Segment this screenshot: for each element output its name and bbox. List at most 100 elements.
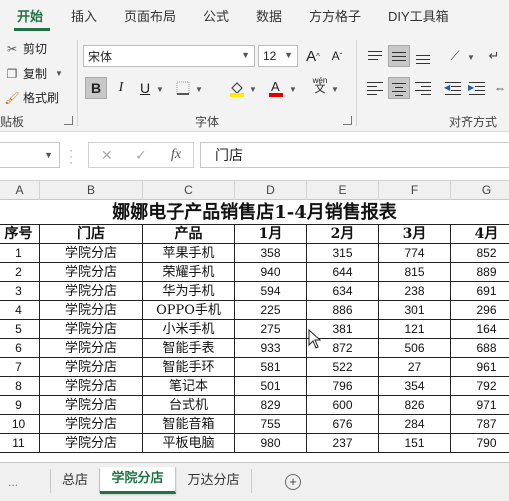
table-cell[interactable]: 华为手机 [143, 282, 235, 301]
table-cell[interactable]: 台式机 [143, 396, 235, 415]
font-launcher-icon[interactable] [343, 116, 352, 125]
column-header-a[interactable]: A [0, 181, 40, 200]
table-cell[interactable]: 学院分店 [40, 415, 143, 434]
table-cell[interactable]: 501 [235, 377, 307, 396]
fill-color-dropdown-icon[interactable]: ▼ [249, 85, 257, 94]
table-cell[interactable]: 7 [0, 358, 40, 377]
table-cell[interactable]: 644 [307, 263, 379, 282]
table-cell[interactable]: 971 [451, 396, 509, 415]
table-cell[interactable]: 小米手机 [143, 320, 235, 339]
column-header-d[interactable]: D [235, 181, 307, 200]
table-cell[interactable]: 238 [379, 282, 451, 301]
sheet-tab-college-branch[interactable]: 学院分店 [100, 467, 176, 494]
table-cell[interactable]: 940 [235, 263, 307, 282]
font-color-button[interactable]: A [265, 77, 287, 99]
table-cell[interactable]: 学院分店 [40, 282, 143, 301]
phonetic-button[interactable]: wén 文 [309, 74, 331, 96]
align-left-button[interactable] [364, 77, 386, 99]
sheet-nav-ellipsis[interactable]: ... [8, 475, 18, 489]
table-cell[interactable]: 581 [235, 358, 307, 377]
column-header-e[interactable]: E [307, 181, 379, 200]
table-cell[interactable]: 796 [307, 377, 379, 396]
table-cell[interactable]: 688 [451, 339, 509, 358]
copy-dropdown-icon[interactable]: ▼ [55, 69, 63, 78]
sheet-tab-wanda-branch[interactable]: 万达分店 [176, 469, 252, 493]
table-cell[interactable]: 4 [0, 301, 40, 320]
table-cell[interactable]: 笔记本 [143, 377, 235, 396]
header-cell[interactable]: 2月 [307, 225, 379, 244]
table-cell[interactable]: 961 [451, 358, 509, 377]
table-cell[interactable]: 691 [451, 282, 509, 301]
table-cell[interactable]: 354 [379, 377, 451, 396]
cancel-icon[interactable]: ✕ [101, 147, 113, 164]
column-header-g[interactable]: G [451, 181, 509, 200]
table-cell[interactable]: 787 [451, 415, 509, 434]
table-cell[interactable]: 852 [451, 244, 509, 263]
phonetic-dropdown-icon[interactable]: ▼ [331, 85, 339, 94]
border-button[interactable] [172, 77, 194, 99]
copy-button[interactable]: ❐ 复制 ▼ [4, 65, 63, 82]
table-cell[interactable]: 296 [451, 301, 509, 320]
cut-button[interactable]: ✂ 剪切 [4, 40, 47, 57]
table-cell[interactable]: 164 [451, 320, 509, 339]
header-cell[interactable]: 1月 [235, 225, 307, 244]
underline-dropdown-icon[interactable]: ▼ [156, 85, 164, 94]
table-cell[interactable]: 学院分店 [40, 263, 143, 282]
format-painter-button[interactable]: 🖌 格式刷 [4, 89, 59, 106]
tab-page-layout[interactable]: 页面布局 [124, 8, 176, 28]
enter-icon[interactable]: ✓ [135, 147, 147, 164]
table-cell[interactable]: 27 [379, 358, 451, 377]
table-cell[interactable]: 315 [307, 244, 379, 263]
table-cell[interactable]: 学院分店 [40, 301, 143, 320]
header-cell[interactable]: 4月 [451, 225, 509, 244]
font-color-dropdown-icon[interactable]: ▼ [289, 85, 297, 94]
table-cell[interactable]: 11 [0, 434, 40, 453]
shrink-font-button[interactable]: Aˇ [326, 45, 348, 67]
grow-font-button[interactable]: A ^ [302, 45, 324, 67]
table-cell[interactable]: 792 [451, 377, 509, 396]
column-header-c[interactable]: C [143, 181, 235, 200]
align-center-button[interactable] [388, 77, 410, 99]
table-cell[interactable]: 284 [379, 415, 451, 434]
fill-color-button[interactable] [226, 77, 248, 99]
table-cell[interactable]: 301 [379, 301, 451, 320]
table-cell[interactable]: 荣耀手机 [143, 263, 235, 282]
table-cell[interactable]: 智能手表 [143, 339, 235, 358]
table-cell[interactable]: OPPO手机 [143, 301, 235, 320]
table-cell[interactable]: 275 [235, 320, 307, 339]
table-cell[interactable]: 933 [235, 339, 307, 358]
worksheet-grid[interactable]: 娜娜电子产品销售店1-4月销售报表 序号 门店 产品 1月 2月 3月 4月 1… [0, 200, 509, 462]
table-cell[interactable]: 790 [451, 434, 509, 453]
table-cell[interactable]: 676 [307, 415, 379, 434]
decrease-indent-button[interactable]: ◀ [442, 77, 464, 99]
header-cell[interactable]: 序号 [0, 225, 40, 244]
font-name-select[interactable]: 宋体 ▼ [83, 45, 255, 67]
table-cell[interactable]: 学院分店 [40, 244, 143, 263]
italic-button[interactable]: I [110, 77, 132, 99]
orientation-dropdown-icon[interactable]: ▼ [467, 53, 475, 62]
header-cell[interactable]: 3月 [379, 225, 451, 244]
underline-button[interactable]: U [134, 77, 156, 99]
align-top-button[interactable] [364, 45, 386, 67]
table-cell[interactable]: 522 [307, 358, 379, 377]
align-middle-button[interactable] [388, 45, 410, 67]
table-cell[interactable]: 829 [235, 396, 307, 415]
table-cell[interactable]: 6 [0, 339, 40, 358]
tab-diy-toolbox[interactable]: DIY工具箱 [388, 8, 449, 28]
table-cell[interactable]: 151 [379, 434, 451, 453]
font-size-select[interactable]: 12 ▼ [258, 45, 298, 67]
table-cell[interactable]: 学院分店 [40, 377, 143, 396]
table-cell[interactable]: 594 [235, 282, 307, 301]
table-cell[interactable]: 774 [379, 244, 451, 263]
sheet-tab-main-store[interactable]: 总店 [50, 469, 100, 493]
resize-handle[interactable]: · · · [69, 144, 73, 168]
table-cell[interactable]: 学院分店 [40, 339, 143, 358]
bold-button[interactable]: B [85, 77, 107, 99]
table-cell[interactable]: 634 [307, 282, 379, 301]
table-cell[interactable]: 980 [235, 434, 307, 453]
table-cell[interactable]: 智能音箱 [143, 415, 235, 434]
table-cell[interactable]: 237 [307, 434, 379, 453]
report-title[interactable]: 娜娜电子产品销售店1-4月销售报表 [0, 200, 509, 225]
table-cell[interactable]: 2 [0, 263, 40, 282]
table-cell[interactable]: 3 [0, 282, 40, 301]
